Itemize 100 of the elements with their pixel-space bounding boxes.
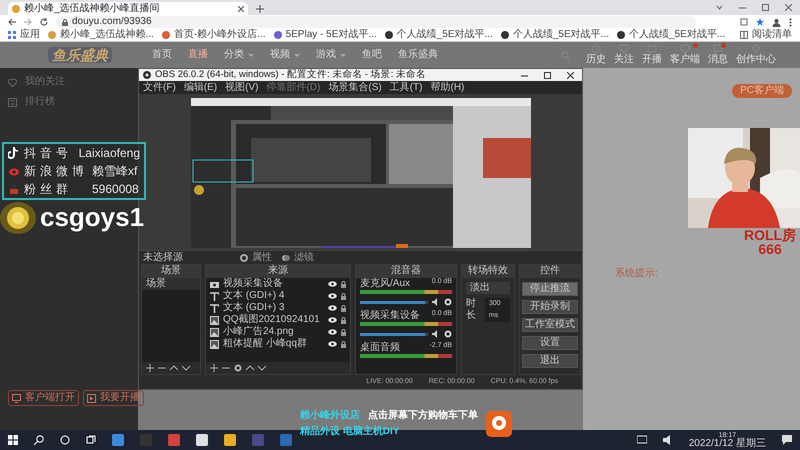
toolbar-button[interactable]: 属性 <box>239 249 273 266</box>
reload-icon[interactable] <box>40 18 48 26</box>
list-item[interactable]: QQ截图20210924101 <box>223 314 320 326</box>
star-icon[interactable] <box>756 18 764 26</box>
nav-link[interactable]: 分类 <box>224 49 254 61</box>
up-icon[interactable] <box>170 364 178 372</box>
header-link[interactable]: 创作中心 <box>736 44 776 66</box>
eye-icon[interactable] <box>328 293 337 299</box>
control-button[interactable]: 退出 <box>522 354 578 368</box>
maximize-icon[interactable] <box>544 72 551 78</box>
chevron-icon[interactable] <box>716 4 723 11</box>
social-value: Laixiaofeng <box>78 146 140 160</box>
bookmark[interactable]: 个人战绩_5E对战平... <box>500 29 609 41</box>
nav-link[interactable]: 首页 <box>152 49 172 61</box>
menu-item[interactable]: 文件(F) <box>139 82 180 94</box>
notification-icon[interactable] <box>782 435 792 445</box>
shop-icon[interactable] <box>486 411 512 437</box>
gear-icon[interactable] <box>444 330 452 338</box>
menu-item[interactable]: 帮助(H) <box>426 82 468 94</box>
bookmark[interactable]: 个人战绩_5E对战平... <box>617 29 726 41</box>
bookmark[interactable]: 个人战绩_5E对战平... <box>384 29 493 41</box>
nav-link[interactable]: 鱼乐盛典 <box>398 49 438 61</box>
lock-icon[interactable] <box>341 280 346 288</box>
lock-icon[interactable] <box>341 328 346 336</box>
speaker-icon[interactable] <box>432 298 440 306</box>
circle-icon[interactable] <box>60 435 70 445</box>
eye-icon[interactable] <box>328 329 337 335</box>
address-bar[interactable]: douyu.com/93936 <box>56 16 696 28</box>
site-icon <box>384 31 393 39</box>
list-item[interactable]: 场景 <box>142 278 200 290</box>
caret-icon <box>340 54 346 56</box>
bookmark[interactable]: 应用 <box>8 29 40 41</box>
monitor-icon <box>12 394 21 402</box>
list-item[interactable]: 视频采集设备 <box>223 278 283 290</box>
close-icon[interactable] <box>567 72 574 78</box>
channel-name: 麦克风/Aux <box>360 278 410 290</box>
panel-header: 转场特效 <box>462 265 514 278</box>
up-icon[interactable] <box>246 364 254 372</box>
username-text: csgoys1 <box>40 202 144 234</box>
eye-icon[interactable] <box>328 317 337 323</box>
roll-text: ROLL房 <box>744 228 796 242</box>
lock-icon[interactable] <box>341 340 346 348</box>
eye-icon[interactable] <box>328 305 337 311</box>
network-icon[interactable] <box>636 435 647 445</box>
menu-item[interactable]: 场景集合(S) <box>324 82 386 94</box>
header-link[interactable]: 客户端 <box>670 44 700 66</box>
browser-tab[interactable]: 赖小峰_选伍战神赖小峰直播间 <box>8 2 248 15</box>
task-view-icon[interactable] <box>86 435 96 445</box>
speaker-icon[interactable] <box>432 330 440 338</box>
social-value: 赖雪峰xf <box>92 164 138 178</box>
gear-icon <box>240 254 248 262</box>
gear-icon[interactable] <box>444 298 452 306</box>
header-link[interactable]: 消息 <box>708 44 728 66</box>
list-icon <box>740 31 748 39</box>
caret-icon <box>294 54 300 56</box>
windows-icon[interactable] <box>8 435 18 445</box>
menu-item[interactable]: 编辑(E) <box>180 82 222 94</box>
speaker-icon[interactable] <box>662 435 673 445</box>
back-icon[interactable] <box>8 18 16 26</box>
lock-icon[interactable] <box>341 316 346 324</box>
down-icon[interactable] <box>258 364 266 372</box>
eye-icon[interactable] <box>328 341 337 347</box>
plus-icon[interactable] <box>210 364 218 372</box>
reading-list-link[interactable]: 阅读清单 <box>740 29 792 41</box>
control-button[interactable]: 工作室模式 <box>522 318 578 332</box>
list-item[interactable]: 文本 (GDI+) 3 <box>223 302 284 314</box>
list-item[interactable]: 小峰广告24.png <box>223 326 294 338</box>
profile-icon[interactable] <box>772 18 781 26</box>
roll-count: 666 <box>758 242 782 256</box>
control-button[interactable]: 停止推流 <box>522 282 578 296</box>
list-item[interactable]: 文本 (GDI+) 4 <box>223 290 284 302</box>
more-icon[interactable] <box>789 18 792 26</box>
list-item[interactable]: 粗体提醒 小峰qq群 <box>223 338 307 350</box>
header-link[interactable]: 关注 <box>614 44 634 66</box>
transition-select[interactable]: 淡出 <box>466 282 510 294</box>
menu-item[interactable]: 视图(V) <box>221 82 262 94</box>
lock-icon[interactable] <box>341 292 346 300</box>
menu-item[interactable]: 工具(T) <box>386 82 426 94</box>
nav-link[interactable]: 视频 <box>270 49 300 61</box>
header-link[interactable]: 历史 <box>586 44 606 66</box>
nav-link[interactable]: 游戏 <box>316 49 346 61</box>
plus-icon[interactable] <box>146 364 154 372</box>
eye-icon[interactable] <box>328 281 337 287</box>
list-icon <box>8 98 17 106</box>
sidebar-button[interactable]: 客户端打开 <box>8 390 79 406</box>
close-icon[interactable] <box>238 6 244 12</box>
control-button[interactable]: 设置 <box>522 336 578 350</box>
nav-link[interactable]: 鱼吧 <box>362 49 382 61</box>
sidebar-button[interactable]: 我要开播 <box>83 390 144 406</box>
bookmark[interactable]: 赖小峰_选伍战神赖... <box>48 29 154 41</box>
gear-icon[interactable] <box>234 364 242 372</box>
lock-icon[interactable] <box>341 304 346 312</box>
apps-icon <box>8 31 16 39</box>
down-icon[interactable] <box>182 364 190 372</box>
control-button[interactable]: 开始录制 <box>522 300 578 314</box>
search-icon[interactable] <box>34 435 44 445</box>
bookmark[interactable]: 5EPlay - 5E对战平... <box>274 29 377 41</box>
header-link[interactable]: 开播 <box>642 44 662 66</box>
bookmark[interactable]: 首页-赖小峰外设店... <box>162 29 266 41</box>
plus-icon[interactable] <box>256 5 264 14</box>
